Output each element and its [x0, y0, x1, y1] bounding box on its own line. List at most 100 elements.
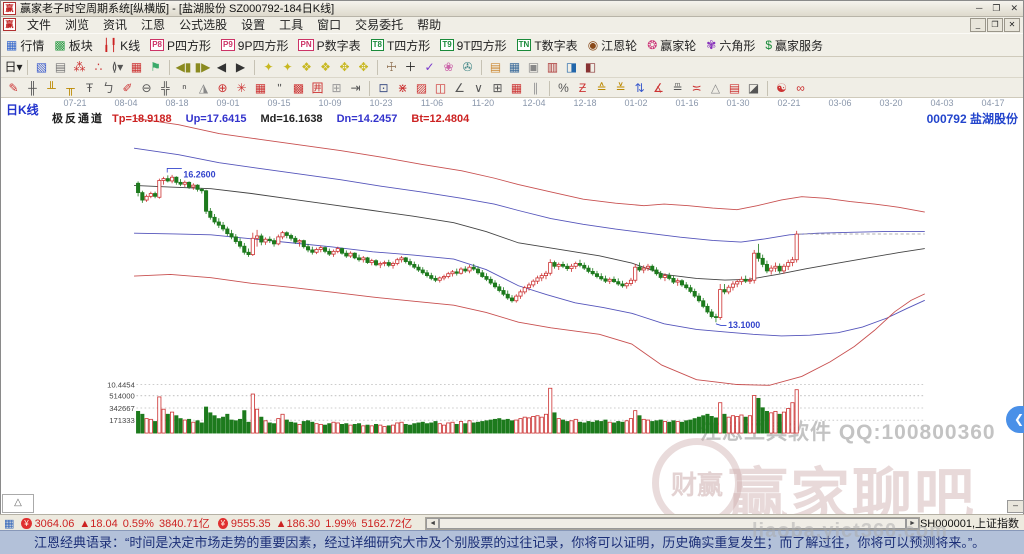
menu-item-9[interactable]: 交易委托	[348, 18, 410, 32]
draw-icon-3[interactable]: ╨	[42, 80, 61, 97]
toolbar-button-kline[interactable]: ╽╿ K线	[103, 37, 140, 54]
menu-item-5[interactable]: 公式选股	[172, 18, 234, 32]
draw-icon-13[interactable]: ✳	[232, 80, 251, 97]
draw-icon-14[interactable]: ▦	[251, 80, 270, 97]
toolbar-button-hexagon[interactable]: ✾ 六角形	[706, 37, 755, 54]
tool-icon-31[interactable]: ▣	[524, 59, 543, 76]
menu-item-2[interactable]: 浏览	[58, 18, 96, 32]
menu-item-10[interactable]: 帮助	[410, 18, 448, 32]
maximize-icon[interactable]: ❐	[992, 3, 1000, 14]
tool-icon-18[interactable]: ❖	[297, 59, 316, 76]
tool-icon-24[interactable]: ＋	[401, 59, 420, 76]
draw-icon-4[interactable]: ╥	[61, 80, 80, 97]
draw-icon-27[interactable]: ⊞	[488, 80, 507, 97]
tool-icon-12[interactable]: ▮▶	[193, 59, 212, 76]
toolbar-button-gann-wheel[interactable]: ◉ 江恩轮	[588, 37, 638, 54]
draw-icon-23[interactable]: ▨	[412, 80, 431, 97]
toolbar-button-t-square[interactable]: T8 T四方形	[370, 37, 430, 54]
draw-icon-1[interactable]: ✎	[4, 80, 23, 97]
draw-icon-36[interactable]: ∡	[649, 80, 668, 97]
toolbar-button-p9-square[interactable]: P9 9P四方形	[221, 37, 288, 54]
mdi-minimize-icon[interactable]: _	[970, 17, 986, 32]
tool-icon-26[interactable]: ❀	[439, 59, 458, 76]
toolbar-button-sectors[interactable]: ▩ 板块	[54, 37, 92, 54]
panel-collapse-button[interactable]: –	[1007, 500, 1024, 513]
tool-icon-17[interactable]: ✦	[278, 59, 297, 76]
draw-icon-18[interactable]: ⊞	[327, 80, 346, 97]
draw-icon-21[interactable]: ⊡	[374, 80, 393, 97]
menu-item-3[interactable]: 资讯	[96, 18, 134, 32]
mdi-restore-icon[interactable]: ❐	[987, 17, 1003, 32]
toolbar-button-t-table[interactable]: TN T数字表	[516, 37, 578, 54]
draw-icon-7[interactable]: ✐	[118, 80, 137, 97]
draw-icon-31[interactable]: %	[554, 80, 573, 97]
scroll-right-icon[interactable]: ►	[905, 517, 919, 529]
mdi-close-icon[interactable]: ✕	[1004, 17, 1020, 32]
tool-icon-4[interactable]: ▤	[51, 59, 70, 76]
toolbar-button-t9-square[interactable]: T9 9T四方形	[440, 37, 507, 54]
tool-icon-5[interactable]: ⁂	[70, 59, 89, 76]
sh-index-quote[interactable]: 3064.06 ▲18.04 0.59% 3840.71亿	[35, 515, 215, 531]
draw-icon-8[interactable]: ⊖	[137, 80, 156, 97]
tool-icon-20[interactable]: ✥	[335, 59, 354, 76]
chart-area[interactable]: 江恩工具软件 QQ:100800360 财赢 07-21 08-04 08-18 09…	[0, 98, 1024, 514]
menu-item-6[interactable]: 设置	[234, 18, 272, 32]
tool-icon-27[interactable]: ✇	[458, 59, 477, 76]
draw-icon-41[interactable]: ◪	[744, 80, 763, 97]
toolbar-button-winner-service[interactable]: $ 赢家服务	[765, 37, 823, 54]
menu-item-8[interactable]: 窗口	[310, 18, 348, 32]
toolbar-button-p-table[interactable]: PN P数字表	[298, 37, 361, 54]
tool-icon-14[interactable]: ▶	[231, 59, 250, 76]
draw-icon-33[interactable]: ≙	[592, 80, 611, 97]
close-icon[interactable]: ✕	[1010, 3, 1018, 14]
draw-icon-32[interactable]: Ƶ	[573, 80, 592, 97]
tool-icon-9[interactable]: ⚑	[146, 59, 165, 76]
draw-icon-2[interactable]: ╫	[23, 80, 42, 97]
tool-icon-34[interactable]: ◧	[581, 59, 600, 76]
tool-icon-25[interactable]: ✓	[420, 59, 439, 76]
draw-icon-44[interactable]: ∞	[791, 80, 810, 97]
draw-icon-28[interactable]: ▦	[507, 80, 526, 97]
tool-icon-7[interactable]: ≬▾	[108, 59, 127, 76]
draw-icon-12[interactable]: ⊕	[213, 80, 232, 97]
tool-icon-16[interactable]: ✦	[259, 59, 278, 76]
chart-horizontal-scrollbar[interactable]: ◄ ►	[425, 516, 920, 530]
draw-icon-5[interactable]: Ŧ	[80, 80, 99, 97]
toolbar-button-winner-wheel[interactable]: ❂ 赢家轮	[647, 37, 696, 54]
tool-icon-8[interactable]: ▦	[127, 59, 146, 76]
draw-icon-34[interactable]: ≚	[611, 80, 630, 97]
draw-icon-43[interactable]: ☯	[772, 80, 791, 97]
draw-icon-10[interactable]: ⁿ	[175, 80, 194, 97]
tool-icon-11[interactable]: ◀▮	[174, 59, 193, 76]
draw-icon-26[interactable]: ∨	[469, 80, 488, 97]
draw-icon-16[interactable]: ▩	[289, 80, 308, 97]
draw-icon-29[interactable]: ∥	[526, 80, 545, 97]
tool-icon-1[interactable]: 日▾	[4, 59, 23, 76]
draw-icon-37[interactable]: ≞	[668, 80, 687, 97]
menu-item-1[interactable]: 文件	[20, 18, 58, 32]
scrollbar-thumb[interactable]	[439, 517, 906, 529]
sz-index-quote[interactable]: 9555.35 ▲186.30 1.99% 5162.72亿	[231, 515, 417, 531]
volume-panel-toggle-button[interactable]: △	[2, 494, 34, 513]
draw-icon-17[interactable]: 囲	[308, 80, 327, 97]
tool-icon-19[interactable]: ❖	[316, 59, 335, 76]
scroll-left-icon[interactable]: ◄	[426, 517, 440, 529]
draw-icon-15[interactable]: ʺ	[270, 80, 289, 97]
quotes-grid-icon[interactable]: ▦	[4, 517, 14, 530]
draw-icon-38[interactable]: ≍	[687, 80, 706, 97]
draw-icon-22[interactable]: ⋇	[393, 80, 412, 97]
tool-icon-29[interactable]: ▤	[486, 59, 505, 76]
menu-item-4[interactable]: 江恩	[134, 18, 172, 32]
minimize-icon[interactable]: ─	[976, 3, 982, 14]
tool-icon-21[interactable]: ✥	[354, 59, 373, 76]
tool-icon-23[interactable]: ☩	[382, 59, 401, 76]
draw-icon-39[interactable]: △	[706, 80, 725, 97]
tool-icon-32[interactable]: ▥	[543, 59, 562, 76]
toolbar-button-p-square[interactable]: P8 P四方形	[150, 37, 211, 54]
tool-icon-6[interactable]: ∴	[89, 59, 108, 76]
tool-icon-3[interactable]: ▧	[32, 59, 51, 76]
draw-icon-25[interactable]: ∠	[450, 80, 469, 97]
draw-icon-35[interactable]: ⇅	[630, 80, 649, 97]
draw-icon-24[interactable]: ◫	[431, 80, 450, 97]
menu-item-7[interactable]: 工具	[272, 18, 310, 32]
